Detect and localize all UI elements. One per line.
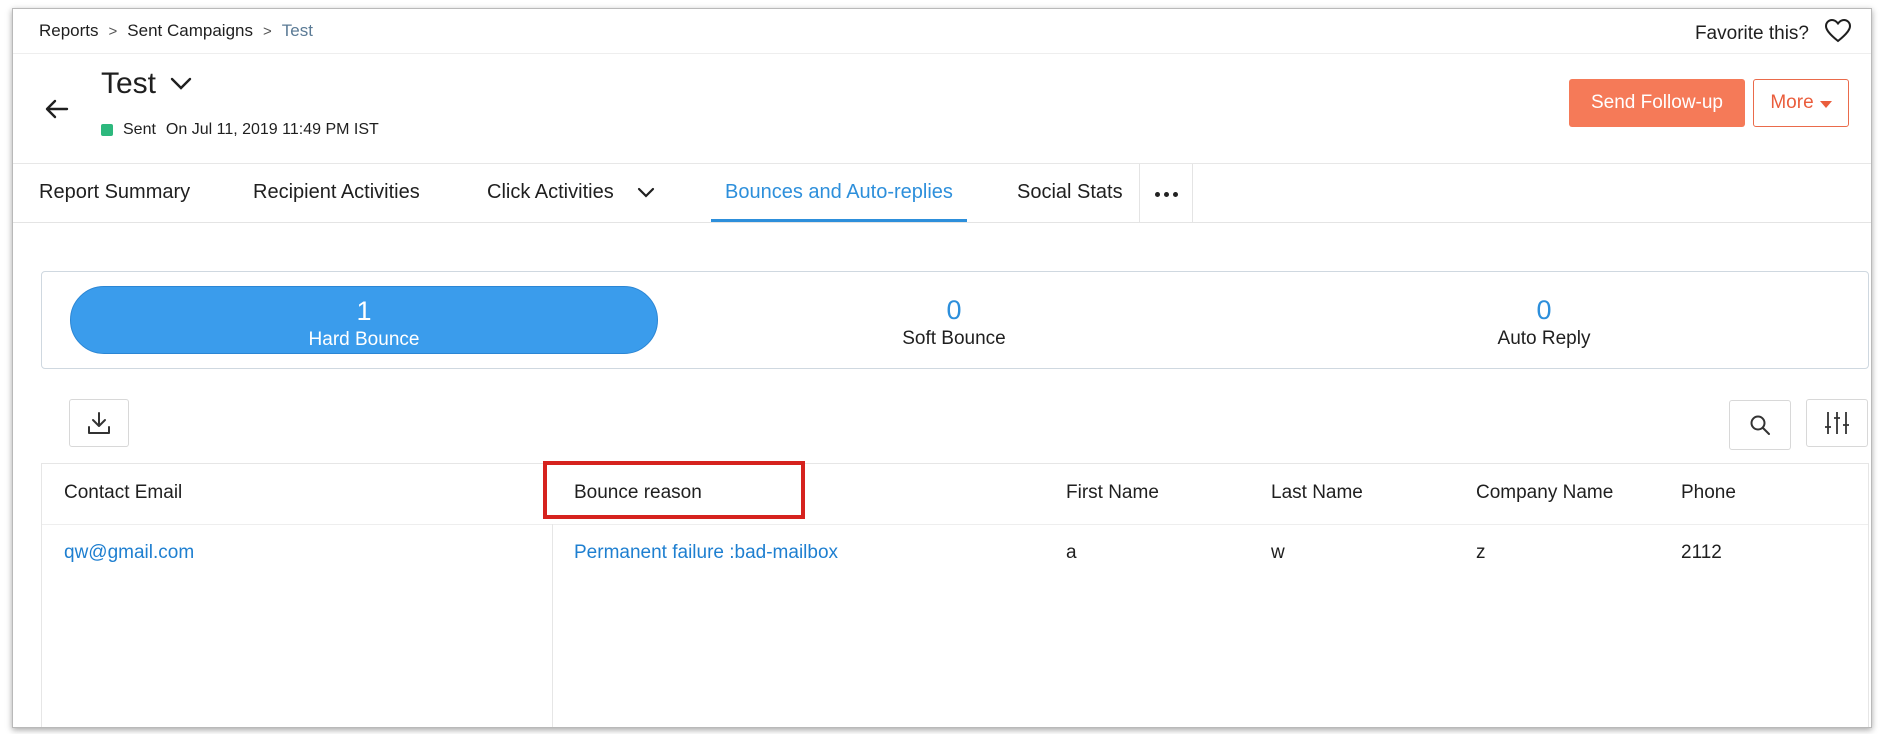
top-bar: Reports > Sent Campaigns > Test Favorite… (13, 9, 1871, 54)
stat-value: 0 (946, 295, 962, 325)
chevron-down-icon[interactable] (637, 187, 655, 199)
search-button[interactable] (1729, 400, 1791, 450)
heart-icon[interactable] (1824, 18, 1852, 49)
column-header-last-name[interactable]: Last Name (1271, 482, 1363, 504)
stat-value: 1 (356, 296, 372, 326)
column-header-first-name[interactable]: First Name (1066, 482, 1159, 504)
more-label: More (1770, 92, 1814, 113)
contact-email-link[interactable]: qw@gmail.com (64, 542, 194, 564)
tab-label: Report Summary (39, 181, 191, 203)
breadcrumb: Reports > Sent Campaigns > Test (39, 21, 313, 41)
chevron-down-icon[interactable] (170, 77, 192, 91)
annotation-highlight-box (543, 461, 805, 519)
tab-label: Click Activities (487, 181, 614, 203)
sent-date: On Jul 11, 2019 11:49 PM IST (165, 121, 379, 138)
column-header-company-name[interactable]: Company Name (1476, 482, 1613, 504)
download-icon (88, 412, 110, 434)
breadcrumb-separator: > (108, 22, 118, 40)
app-window: Reports > Sent Campaigns > Test Favorite… (12, 8, 1872, 728)
send-followup-button[interactable]: Send Follow-up (1569, 79, 1745, 127)
back-arrow-icon[interactable] (45, 99, 69, 124)
status-text: Sent (123, 121, 156, 138)
stat-auto-reply[interactable]: 0 Auto Reply (1250, 286, 1838, 354)
stat-hard-bounce[interactable]: 1 Hard Bounce (70, 286, 658, 354)
sliders-icon (1825, 412, 1849, 434)
breadcrumb-current: Test (281, 21, 313, 40)
campaign-title[interactable]: Test (101, 67, 192, 101)
first-name-cell: a (1066, 542, 1077, 563)
bounce-reason-link[interactable]: Permanent failure :bad-mailbox (574, 542, 838, 564)
breadcrumb-separator: > (262, 22, 272, 40)
table-header: Contact Email Bounce reason First Name L… (42, 464, 1868, 525)
favorite-label: Favorite this? (1694, 23, 1809, 44)
search-icon (1750, 415, 1770, 435)
download-button[interactable] (69, 399, 129, 447)
tab-label: Bounces and Auto-replies (725, 181, 953, 203)
tab-bounces-and-auto-replies[interactable]: Bounces and Auto-replies (711, 164, 967, 222)
stat-soft-bounce[interactable]: 0 Soft Bounce (660, 286, 1248, 354)
stat-label: Soft Bounce (902, 328, 1006, 349)
status-indicator (101, 124, 113, 136)
breadcrumb-sent-campaigns[interactable]: Sent Campaigns (127, 21, 253, 41)
tab-label: Recipient Activities (253, 181, 420, 203)
last-name-cell: w (1271, 542, 1285, 563)
tab-report-summary[interactable]: Report Summary (39, 164, 190, 222)
more-button[interactable]: More (1753, 79, 1849, 127)
column-settings-button[interactable] (1806, 399, 1868, 447)
bounces-table: Contact Email Bounce reason First Name L… (41, 463, 1869, 727)
company-name-cell: z (1476, 542, 1486, 563)
favorite-toggle[interactable]: Favorite this? (1694, 18, 1852, 49)
breadcrumb-reports[interactable]: Reports (39, 21, 99, 41)
tabs-overflow-button[interactable] (1139, 164, 1193, 222)
table-row: qw@gmail.com Permanent failure :bad-mail… (42, 524, 1868, 584)
campaign-status: Sent On Jul 11, 2019 11:49 PM IST (101, 121, 379, 139)
tab-label: Social Stats (1017, 181, 1123, 203)
stat-label: Hard Bounce (308, 329, 420, 350)
campaign-title-text: Test (101, 67, 157, 100)
campaign-header: Test Sent On Jul 11, 2019 11:49 PM IST S… (13, 53, 1871, 164)
tab-social-stats[interactable]: Social Stats (1017, 164, 1123, 222)
column-header-contact-email[interactable]: Contact Email (64, 482, 182, 504)
more-dots-icon (1153, 184, 1180, 202)
column-divider (552, 524, 553, 727)
stat-label: Auto Reply (1497, 328, 1591, 349)
stat-value: 0 (1536, 295, 1552, 325)
tab-recipient-activities[interactable]: Recipient Activities (253, 164, 420, 222)
caret-down-icon (1819, 101, 1832, 108)
bounce-summary: 1 Hard Bounce 0 Soft Bounce 0 Auto Reply (41, 271, 1869, 369)
column-header-phone[interactable]: Phone (1681, 482, 1736, 504)
tab-click-activities[interactable]: Click Activities (487, 164, 655, 222)
phone-cell: 2112 (1681, 542, 1722, 563)
report-tabs: Report Summary Recipient Activities Clic… (13, 164, 1871, 223)
